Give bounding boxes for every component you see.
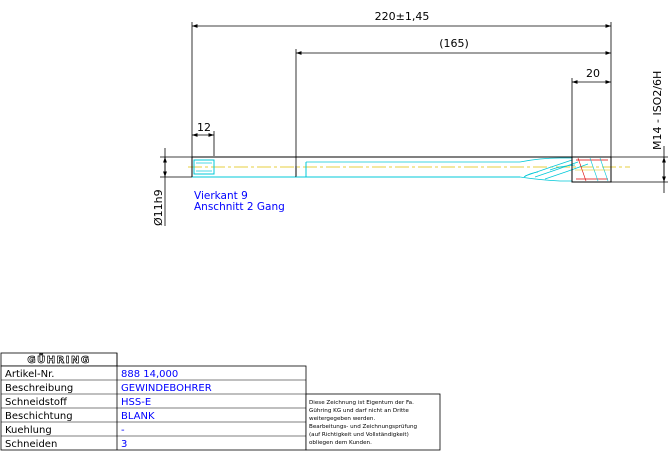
thread-end-label: 20 [586,67,600,80]
tap-body [188,156,630,183]
tap-drawing: 220±1,45 (165) 20 12 Ø11h9 M14 - ISO2/6H [0,10,668,451]
note-chamfer: Anschnitt 2 Gang [194,201,285,213]
legal-notice: Diese Zeichnung ist Eigentum der Fa. Güh… [305,393,441,451]
flute-length-label: (165) [439,37,469,50]
legal-line: Bearbeitungs- und Zeichnungsprüfung [309,424,418,430]
square-length-dimension: 12 [192,121,215,156]
label-beschichtung: Beschichtung [5,411,73,422]
value-beschreibung: GEWINDEBOHRER [121,383,212,394]
legal-line: Gühring KG und darf nicht an Dritte [309,408,409,414]
thread-end-dimension: 20 [571,67,611,158]
flute-section [519,157,589,182]
label-schneiden: Schneiden [5,439,57,450]
value-artikel-nr: 888 14,000 [121,369,178,380]
legal-line: obliegen dem Kunden. [309,440,372,446]
title-block: GÜHRING Artikel-Nr. 888 14,000 Beschreib… [0,352,307,451]
shank-diameter-label: Ø11h9 [152,189,165,226]
label-artikel-nr: Artikel-Nr. [5,369,54,380]
guehring-logo: GÜHRING [27,352,90,366]
thread-section [571,156,612,183]
flute-length-dimension: (165) [295,37,611,166]
thread-spec-label: M14 - ISO2/6H [651,71,664,150]
value-schneidstoff: HSS-E [121,397,151,408]
legal-line: (auf Richtigkeit und Vollständigkeit) [309,432,409,438]
label-kuehlung: Kuehlung [5,425,52,436]
legal-line: Diese Zeichnung ist Eigentum der Fa. [309,400,414,406]
overall-length-label: 220±1,45 [375,10,430,23]
shank-diameter-dimension: Ø11h9 [152,148,192,226]
thread-spec-dimension: M14 - ISO2/6H [611,71,668,193]
value-kuehlung: - [121,425,125,436]
label-schneidstoff: Schneidstoff [5,397,68,408]
overall-length-dimension: 220±1,45 [191,10,612,158]
square-length-label: 12 [197,121,211,134]
label-beschreibung: Beschreibung [5,383,73,394]
value-schneiden: 3 [121,439,127,450]
legal-line: weitergegeben werden. [309,416,375,422]
value-beschichtung: BLANK [121,411,155,422]
